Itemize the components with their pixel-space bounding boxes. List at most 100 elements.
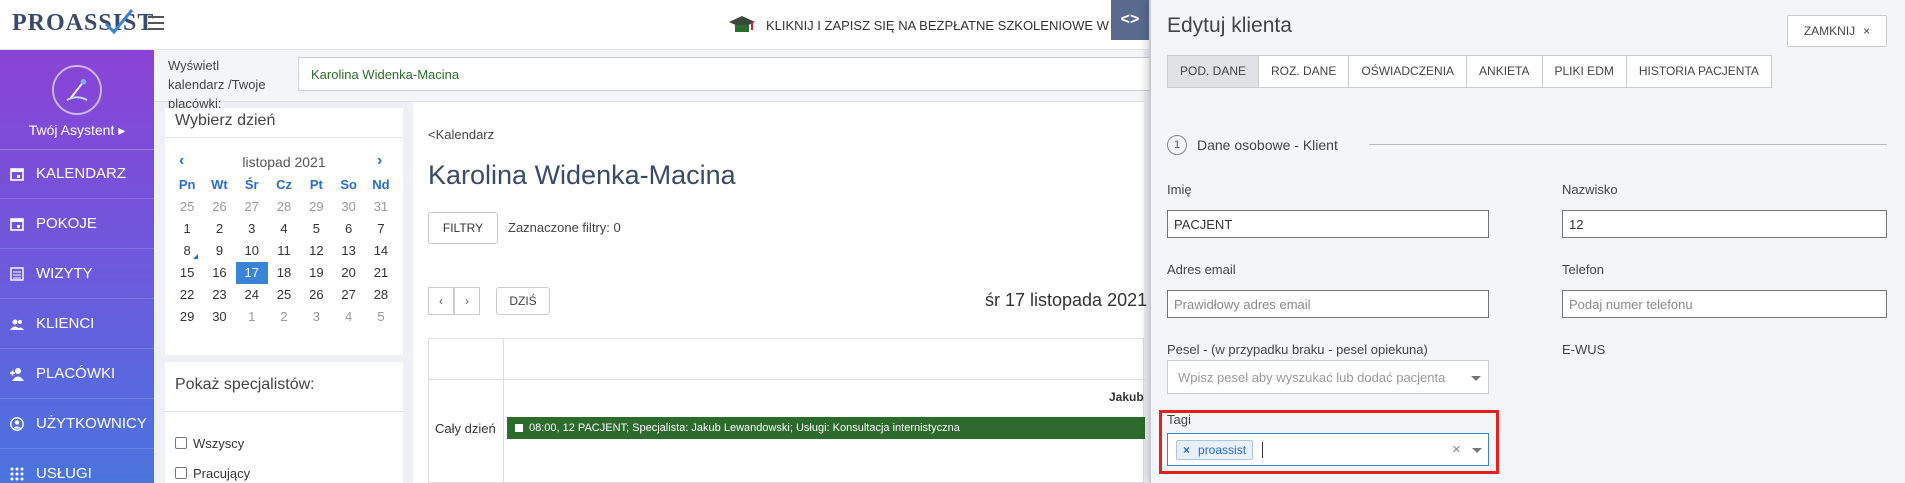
calendar-day[interactable]: 21 [365,262,397,284]
calendar-day[interactable]: 3 [236,218,268,240]
calendar-day[interactable]: 25 [171,196,203,218]
calendar-day[interactable]: 11 [268,240,300,262]
page-title: Karolina Widenka-Macina [428,160,736,190]
calendar-day[interactable]: 13 [332,240,364,262]
email-input[interactable]: Prawidłowy adres email [1167,290,1489,318]
appointment-event[interactable]: 08:00, 12 PACJENT; Specjalista: Jakub Le… [507,417,1145,439]
section-header: 1 Dane osobowe - Klient [1167,135,1338,155]
first-name-label: Imię [1167,182,1192,197]
today-button[interactable]: DZIŚ [496,287,550,315]
calendar-day[interactable]: 5 [365,306,397,328]
calendar-day[interactable]: 25 [268,284,300,306]
calendar-day[interactable]: 26 [300,284,332,306]
calendar-day[interactable]: 14 [365,240,397,262]
close-button[interactable]: ZAMKNIJ × [1787,15,1887,47]
filter-working-specialists[interactable]: Pracujący [165,458,403,483]
clear-tags-icon[interactable]: × [1452,441,1461,458]
sidebar-item-label: USŁUGI [36,465,92,482]
location-filter-bar: Wyświetl kalendarz /Twoje placówki: Karo… [154,50,1158,111]
day-schedule-grid: Jakub Cały dzień 08:00, 12 PACJENT; Spec… [428,338,1145,483]
back-to-calendar-link[interactable]: <Kalendarz [428,127,494,142]
filter-all-specialists[interactable]: Wszyscy [165,428,403,458]
specialists-title: Pokaż specjalistów: [165,362,403,412]
location-select[interactable]: Karolina Widenka-Macina [298,57,1158,91]
phone-input[interactable]: Podaj numer telefonu [1562,290,1887,318]
sidebar-item-users[interactable]: UŻYTKOWNICY [0,399,154,449]
sidebar-item-services[interactable]: USŁUGI [0,449,154,483]
next-month-button[interactable]: › [377,152,382,170]
calendar-day[interactable]: 28 [268,196,300,218]
menu-toggle-icon[interactable] [148,16,164,30]
tab-extended-data[interactable]: ROZ. DANE [1259,55,1350,88]
calendar-day[interactable]: 15 [171,262,203,284]
first-name-input[interactable]: PACJENT [1167,210,1489,238]
pesel-search-select[interactable]: Wpisz pesel aby wyszukać lub dodać pacje… [1167,360,1489,394]
calendar-day-with-event[interactable]: 8 [171,240,203,262]
calendar-grid: Pn Wt Śr Cz Pt So Nd 25 26 27 28 29 30 3… [171,174,397,328]
collapse-panel-button[interactable]: <> [1111,0,1149,40]
tab-edm-files[interactable]: PLIKI EDM [1542,55,1627,88]
sidebar-item-rooms[interactable]: POKOJE [0,199,154,249]
checkbox[interactable] [175,467,187,479]
calendar-day[interactable]: 24 [236,284,268,306]
promo-banner[interactable]: KLIKNIJ I ZAPISZ SIĘ NA BEZPŁATNE SZKOLE… [728,13,1109,37]
assistant-block[interactable]: Twój Asystent ▸ [0,50,154,150]
calendar-day[interactable]: 30 [203,306,235,328]
user-circle-icon [10,416,24,431]
filters-button[interactable]: FILTRY [428,212,498,244]
tab-survey[interactable]: ANKIETA [1467,55,1543,88]
checkbox[interactable] [175,437,187,449]
tab-patient-history[interactable]: HISTORIA PACJENTA [1626,55,1772,88]
calendar-day[interactable]: 5 [300,218,332,240]
calendar-day[interactable]: 2 [268,306,300,328]
calendar-day[interactable]: 18 [268,262,300,284]
main-nav: KALENDARZ POKOJE WIZYTY KLIENCI PLACÓWKI… [0,149,154,483]
calendar-day[interactable]: 2 [203,218,235,240]
calendar-day[interactable]: 9 [203,240,235,262]
calendar-day[interactable]: 29 [300,196,332,218]
calendar-day[interactable]: 6 [332,218,364,240]
sidebar-item-visits[interactable]: WIZYTY [0,249,154,299]
calendar-month-label[interactable]: listopad 2021 [165,154,403,170]
calendar-day[interactable]: 3 [300,306,332,328]
calendar-day[interactable]: 1 [236,306,268,328]
tab-basic-data[interactable]: POD. DANE [1167,55,1260,88]
calendar-day[interactable]: 4 [332,306,364,328]
calendar-day[interactable]: 10 [236,240,268,262]
calendar-day[interactable]: 1 [171,218,203,240]
calendar-day[interactable]: 22 [171,284,203,306]
chevron-down-icon[interactable] [1472,448,1482,453]
calendar-day[interactable]: 31 [365,196,397,218]
sidebar-item-clients[interactable]: KLIENCI [0,299,154,349]
calendar-day[interactable]: 28 [365,284,397,306]
calendar-day[interactable]: 4 [268,218,300,240]
calendar-icon [10,167,24,181]
calendar-day[interactable]: 12 [300,240,332,262]
sidebar-item-calendar[interactable]: KALENDARZ [0,149,154,199]
calendar-day[interactable]: 23 [203,284,235,306]
calendar-icon [10,217,24,231]
remove-tag-icon[interactable]: × [1183,443,1190,457]
chevron-down-icon[interactable] [1471,376,1481,381]
calendar-day[interactable]: 7 [365,218,397,240]
calendar-day[interactable]: 20 [332,262,364,284]
last-name-input[interactable]: 12 [1562,210,1887,238]
tags-input[interactable]: × proassist × [1167,433,1489,466]
calendar-day[interactable]: 16 [203,262,235,284]
next-day-button[interactable]: › [454,287,480,315]
sidebar-item-label: UŻYTKOWNICY [36,415,147,432]
calendar-day[interactable]: 19 [300,262,332,284]
calendar-day[interactable]: 27 [332,284,364,306]
grid-divider [429,379,1145,380]
sidebar-item-label: WIZYTY [36,265,93,282]
promo-text: KLIKNIJ I ZAPISZ SIĘ NA BEZPŁATNE SZKOLE… [766,17,1109,33]
sidebar-item-locations[interactable]: PLACÓWKI [0,349,154,399]
tab-statements[interactable]: OŚWIADCZENIA [1349,55,1468,88]
assistant-avatar [52,65,102,115]
prev-day-button[interactable]: ‹ [428,287,454,315]
calendar-day[interactable]: 27 [236,196,268,218]
calendar-day-selected[interactable]: 17 [235,262,268,284]
calendar-day[interactable]: 26 [203,196,235,218]
calendar-day[interactable]: 29 [171,306,203,328]
calendar-day[interactable]: 30 [332,196,364,218]
